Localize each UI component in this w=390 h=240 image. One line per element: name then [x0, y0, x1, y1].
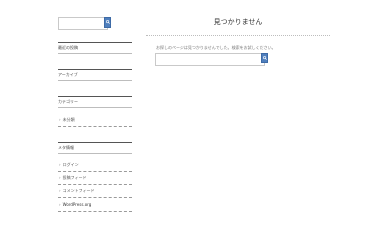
chevron-right-icon: › — [59, 162, 61, 167]
sidebar-search-input[interactable] — [58, 17, 108, 30]
meta-link-login[interactable]: › ログイン — [59, 162, 79, 167]
chevron-right-icon: › — [59, 188, 61, 193]
list-divider — [58, 171, 132, 172]
title-divider — [146, 35, 330, 36]
chevron-right-icon: › — [59, 202, 61, 207]
chevron-right-icon: › — [59, 117, 61, 122]
main-search-button[interactable] — [261, 53, 268, 63]
list-divider — [58, 184, 132, 185]
search-icon — [262, 56, 267, 60]
main-search-input[interactable] — [155, 53, 265, 66]
widget-rule — [58, 53, 132, 54]
widget-rule — [58, 142, 132, 143]
widget-title-categories: カテゴリー — [58, 99, 78, 104]
meta-link-comments-feed[interactable]: › コメントフィード — [59, 188, 95, 193]
widget-title-meta: メタ情報 — [58, 145, 74, 150]
widget-rule — [58, 69, 132, 70]
widget-rule — [58, 96, 132, 97]
widget-rule — [58, 42, 132, 43]
chevron-right-icon: › — [59, 175, 61, 180]
search-icon — [105, 20, 110, 24]
widget-title-archives: アーカイブ — [58, 72, 78, 77]
not-found-message: お探しのページは見つかりませんでした。検索をお試しください。 — [156, 45, 276, 50]
category-link[interactable]: › 未分類 — [59, 117, 75, 122]
widget-rule — [58, 80, 132, 81]
list-divider — [58, 197, 132, 198]
widget-rule — [58, 107, 132, 108]
list-divider — [58, 211, 132, 212]
widget-rule — [58, 153, 132, 154]
list-divider — [58, 126, 132, 127]
widget-title-recent-posts: 最近の投稿 — [58, 45, 78, 50]
meta-link-wordpress-org[interactable]: › WordPress.org — [59, 202, 91, 207]
meta-link-entries-feed[interactable]: › 投稿フィード — [59, 175, 87, 180]
page-title: 見つかりません — [213, 18, 263, 26]
sidebar-search-button[interactable] — [104, 17, 111, 28]
